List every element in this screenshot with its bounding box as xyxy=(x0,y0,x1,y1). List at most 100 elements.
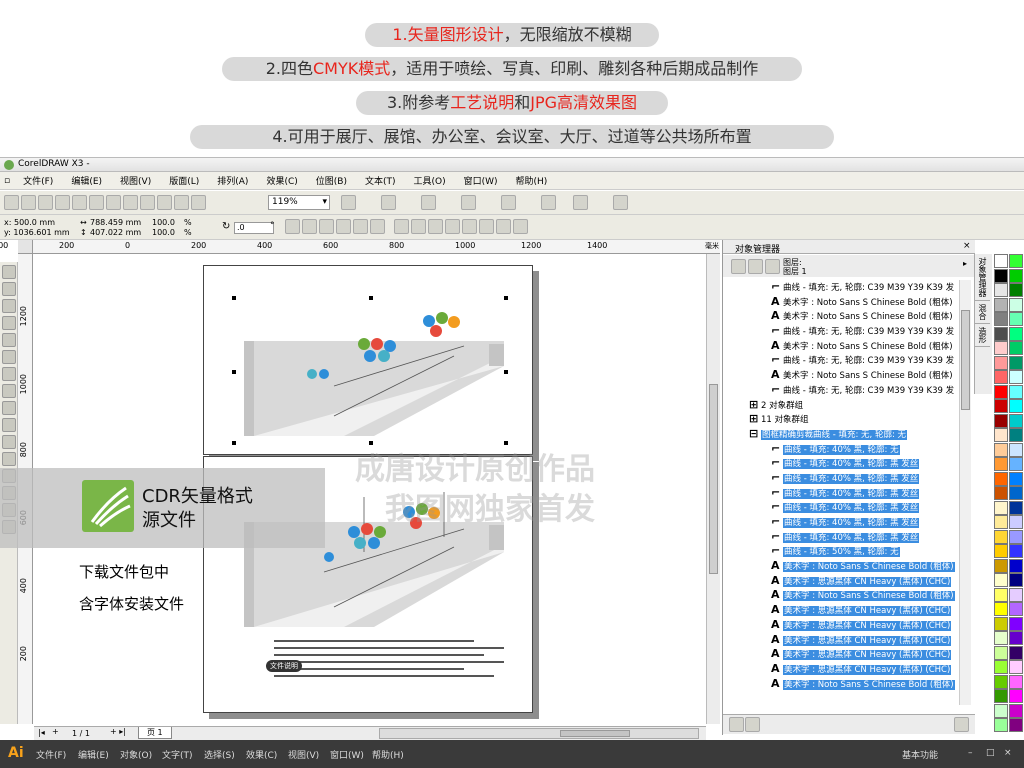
scale-y-field[interactable]: 100.0 xyxy=(152,228,175,237)
palette-swatch[interactable] xyxy=(994,413,1008,428)
object-tree-row[interactable]: A 美术字 : Noto Sans S Chinese Bold (粗体) xyxy=(723,677,959,692)
object-tree-row[interactable]: ⌐ 曲线 - 填充: 40% 黑, 轮廓: 黑 发丝 xyxy=(723,486,959,501)
palette-swatch[interactable] xyxy=(994,573,1008,587)
intersect-icon[interactable] xyxy=(445,219,460,234)
object-tree-row[interactable]: ⌐ 曲线 - 填充: 40% 黑, 轮廓: 黑 发丝 xyxy=(723,515,959,530)
palette-swatch[interactable] xyxy=(994,283,1008,297)
minimize-icon[interactable]: – xyxy=(968,748,973,758)
bottom-menu-item[interactable]: 视图(V) xyxy=(288,748,319,761)
vertical-scrollbar[interactable] xyxy=(706,254,720,724)
object-tree-row[interactable]: A 美术字 : 思源黑体 CN Heavy (黑体) (CHC) xyxy=(723,647,959,662)
palette-swatch[interactable] xyxy=(994,384,1008,399)
lock-icon[interactable] xyxy=(573,195,588,210)
trim-icon[interactable] xyxy=(428,219,443,234)
interactive-blend-tool-icon[interactable] xyxy=(2,452,16,466)
bottom-menu-item[interactable]: 窗口(W) xyxy=(330,748,364,761)
guidelines-icon[interactable] xyxy=(421,195,436,210)
open-icon[interactable] xyxy=(21,195,36,210)
angle-field[interactable]: .0 xyxy=(234,222,274,234)
paste-icon[interactable] xyxy=(106,195,121,210)
fullscreen-icon[interactable] xyxy=(341,195,356,210)
palette-swatch[interactable] xyxy=(1009,312,1023,326)
object-tree-row[interactable]: ⌐ 曲线 - 填充: 40% 黑, 轮廓: 无 xyxy=(723,442,959,457)
corel-online-icon[interactable] xyxy=(461,195,476,210)
docker-tab[interactable]: 对象管理器 xyxy=(975,254,990,301)
palette-swatch[interactable] xyxy=(1009,384,1023,399)
palette-swatch[interactable] xyxy=(1009,645,1023,660)
panel-menu-icon[interactable]: ▸ xyxy=(963,259,967,268)
palette-swatch[interactable] xyxy=(994,297,1008,312)
object-tree-row[interactable]: ⊞ 11 对象群组 xyxy=(723,412,959,427)
palette-swatch[interactable] xyxy=(1009,471,1023,486)
menu-item[interactable]: 窗口(W) xyxy=(455,174,507,187)
ungroup-all-icon[interactable] xyxy=(370,219,385,234)
freehand-tool-icon[interactable] xyxy=(2,333,16,347)
bottom-menu-item[interactable]: 帮助(H) xyxy=(372,748,404,761)
mirror-h-icon[interactable] xyxy=(285,219,300,234)
front-minus-back-icon[interactable] xyxy=(479,219,494,234)
object-tree-row[interactable]: A 美术字 : Noto Sans S Chinese Bold (粗体) xyxy=(723,559,959,574)
palette-swatch[interactable] xyxy=(1009,326,1023,341)
text-tool-icon[interactable] xyxy=(2,435,16,449)
panel-vscroll[interactable] xyxy=(959,280,971,705)
copy-icon[interactable] xyxy=(89,195,104,210)
unlock-icon[interactable] xyxy=(613,195,628,210)
object-tree-row[interactable]: ⌐ 曲线 - 填充: 无, 轮廓: C39 M39 Y39 K39 发 xyxy=(723,280,959,295)
palette-swatch[interactable] xyxy=(994,341,1008,355)
object-tree-row[interactable]: A 美术字 : Noto Sans S Chinese Bold (粗体) xyxy=(723,339,959,354)
palette-swatch[interactable] xyxy=(994,500,1008,515)
palette-swatch[interactable] xyxy=(1009,457,1023,471)
zoom-select[interactable]: 119% ▾ xyxy=(268,195,330,210)
object-tree-row[interactable]: A 美术字 : 思源黑体 CN Heavy (黑体) (CHC) xyxy=(723,574,959,589)
options-icon[interactable] xyxy=(501,195,516,210)
object-tree-row[interactable]: ⊞ 2 对象群组 xyxy=(723,398,959,413)
combine-icon[interactable] xyxy=(394,219,409,234)
palette-swatch[interactable] xyxy=(994,544,1008,558)
palette-swatch[interactable] xyxy=(1009,355,1023,370)
object-tree-row[interactable]: A 美术字 : 思源黑体 CN Heavy (黑体) (CHC) xyxy=(723,603,959,618)
palette-swatch[interactable] xyxy=(994,703,1008,718)
print-icon[interactable] xyxy=(55,195,70,210)
maximize-icon[interactable]: □ xyxy=(986,748,995,758)
palette-swatch[interactable] xyxy=(1009,660,1023,674)
palette-swatch[interactable] xyxy=(994,660,1008,674)
ungroup-icon[interactable] xyxy=(353,219,368,234)
boundary-icon[interactable] xyxy=(513,219,528,234)
hscroll-thumb[interactable] xyxy=(560,730,630,737)
layout-icon[interactable] xyxy=(541,195,556,210)
delete-icon[interactable] xyxy=(954,717,969,732)
palette-swatch[interactable] xyxy=(1009,529,1023,544)
palette-swatch[interactable] xyxy=(994,442,1008,457)
menu-item[interactable]: 文件(F) xyxy=(14,174,62,187)
crop-tool-icon[interactable] xyxy=(2,299,16,313)
palette-swatch[interactable] xyxy=(994,587,1008,602)
palette-swatch[interactable] xyxy=(1009,341,1023,355)
pick-tool-icon[interactable] xyxy=(2,265,16,279)
redo-icon[interactable] xyxy=(140,195,155,210)
palette-swatch[interactable] xyxy=(1009,602,1023,616)
palette-swatch[interactable] xyxy=(1009,254,1023,268)
panel-close-icon[interactable]: × xyxy=(963,241,971,251)
palette-swatch[interactable] xyxy=(1009,515,1023,529)
x-field[interactable]: x: 500.0 mm xyxy=(4,218,55,227)
menu-item[interactable]: 编辑(E) xyxy=(62,174,111,187)
palette-swatch[interactable] xyxy=(994,326,1008,341)
ellipse-tool-icon[interactable] xyxy=(2,384,16,398)
palette-swatch[interactable] xyxy=(994,689,1008,703)
palette-swatch[interactable] xyxy=(1009,486,1023,500)
h-field[interactable]: 407.022 mm xyxy=(90,228,141,237)
palette-swatch[interactable] xyxy=(994,471,1008,486)
docker-tab[interactable]: 造形 xyxy=(975,324,990,347)
bottom-menu-item[interactable]: 编辑(E) xyxy=(78,748,109,761)
basic-shapes-tool-icon[interactable] xyxy=(2,418,16,432)
w-field[interactable]: 788.459 mm xyxy=(90,218,141,227)
palette-swatch[interactable] xyxy=(994,529,1008,544)
menu-item[interactable]: 工具(O) xyxy=(405,174,455,187)
shape-tool-icon[interactable] xyxy=(2,282,16,296)
object-tree-row[interactable]: ⊟ 图框精确剪裁曲线 - 填充: 无, 轮廓: 无 xyxy=(723,427,959,442)
back-minus-front-icon[interactable] xyxy=(496,219,511,234)
menu-item[interactable]: 视图(V) xyxy=(111,174,160,187)
close-icon[interactable]: × xyxy=(1004,748,1012,758)
weld-icon[interactable] xyxy=(411,219,426,234)
mirror-v-icon[interactable] xyxy=(302,219,317,234)
